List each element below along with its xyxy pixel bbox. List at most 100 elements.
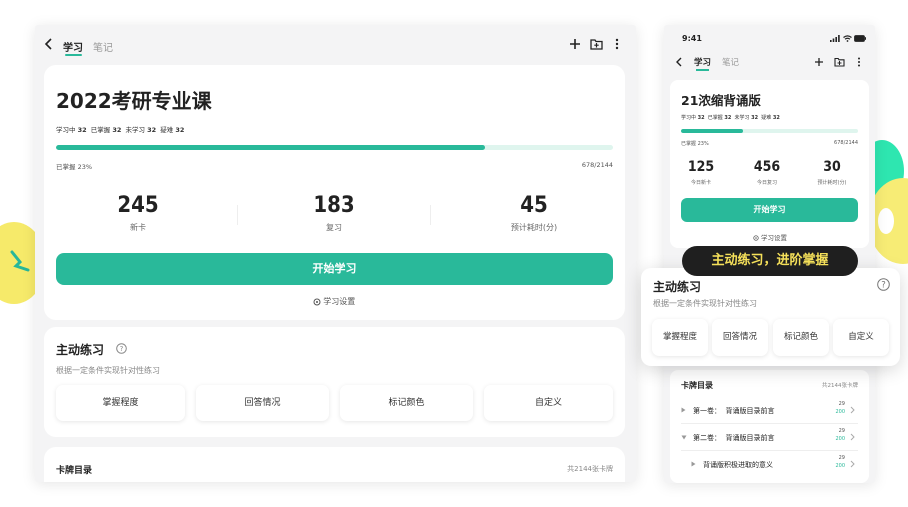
catalog-item[interactable]: 第二卷： 背诵版目录前言 29 200	[681, 425, 858, 451]
add-icon[interactable]	[569, 38, 581, 50]
metric-time-value: 30	[823, 159, 841, 175]
back-icon[interactable]	[675, 57, 683, 67]
catalog-item-label: 背诵版积极进取的意义	[703, 461, 773, 469]
tab-notes[interactable]: 笔记	[722, 56, 739, 68]
stat-label: 疑难	[160, 126, 174, 134]
more-icon[interactable]	[857, 57, 861, 67]
catalog-item[interactable]: 第一卷： 背诵版目录前言 29 200	[681, 398, 858, 424]
practice-card: 主动练习 ? 根据一定条件实现针对性练习 掌握程度 回答情况 标记颜色 自定义	[44, 327, 625, 437]
decorative-blob-hole	[878, 208, 894, 234]
metric-new-label: 今日新卡	[690, 180, 711, 186]
catalog-item-bottom-count: 200	[835, 436, 845, 442]
mastery-progress-fill	[56, 145, 485, 150]
phone-catalog-card: 卡牌目录 共2144张卡牌 第一卷： 背诵版目录前言 29 200 第二卷： 背…	[670, 370, 869, 483]
catalog-card: 卡牌目录 共2144张卡牌	[44, 447, 625, 482]
study-settings-link[interactable]: 学习设置	[730, 232, 810, 242]
option-answer-status[interactable]: 回答情况	[712, 319, 768, 356]
stat-value: 32	[175, 126, 185, 134]
chevron-right-icon	[850, 460, 855, 468]
stat-value: 32	[697, 115, 705, 121]
metric-time-label: 预计耗时(分)	[817, 180, 847, 186]
option-mark-color[interactable]: 标记颜色	[773, 319, 829, 356]
progress-count: 678/2144	[581, 161, 613, 169]
stat-value: 32	[147, 126, 157, 134]
stat-value: 32	[724, 115, 732, 121]
catalog-item-label: 第二卷： 背诵版目录前言	[693, 434, 775, 442]
settings-gear-icon	[313, 298, 321, 305]
option-custom[interactable]: 自定义	[833, 319, 889, 356]
option-answer-status[interactable]: 回答情况	[196, 385, 329, 421]
status-icons	[830, 35, 866, 42]
option-mastery-level[interactable]: 掌握程度	[56, 385, 185, 421]
metric-new-value: 125	[687, 159, 715, 175]
metric-divider	[237, 205, 238, 225]
stat-label: 已掌握	[707, 115, 723, 121]
stat-value: 32	[751, 115, 759, 121]
settings-gear-icon	[753, 235, 759, 241]
tab-study[interactable]: 学习	[63, 39, 83, 54]
deck-stats: 学习中 32 已掌握 32 未学习 32 疑难 32	[681, 114, 780, 121]
add-icon[interactable]	[814, 57, 824, 67]
stat-label: 已掌握	[90, 126, 111, 134]
metric-review-value: 183	[313, 193, 355, 218]
deck-title: 21浓缩背诵版	[681, 93, 761, 108]
metric-divider	[430, 205, 431, 225]
tab-notes[interactable]: 笔记	[93, 39, 113, 54]
promo-pill: 主动练习，进阶掌握	[682, 246, 858, 276]
stat-label: 未学习	[734, 115, 750, 121]
catalog-item[interactable]: 背诵版积极进取的意义 29 200	[681, 452, 858, 478]
catalog-count: 共2144张卡牌	[822, 383, 858, 389]
tab-study[interactable]: 学习	[694, 56, 711, 68]
start-study-button[interactable]: 开始学习	[681, 198, 858, 222]
mastery-progress-bar	[56, 145, 613, 150]
signal-icon	[830, 35, 840, 42]
wifi-icon	[843, 35, 852, 42]
help-icon[interactable]: ?	[877, 278, 890, 291]
study-settings-link[interactable]: 学习设置	[284, 296, 384, 307]
collapse-triangle-icon	[681, 435, 687, 440]
catalog-item-top-count: 29	[838, 455, 845, 461]
battery-icon	[854, 35, 866, 42]
catalog-item-top-count: 29	[838, 401, 845, 407]
metric-review-label: 今日复习	[756, 180, 777, 186]
active-tab-indicator	[65, 54, 82, 56]
option-mastery-level[interactable]: 掌握程度	[652, 319, 708, 356]
mastered-percent: 已掌握 23%	[681, 141, 709, 147]
stat-value: 32	[112, 126, 122, 134]
metric-review-label: 复习	[326, 223, 342, 232]
expand-triangle-icon	[691, 461, 696, 467]
start-study-button[interactable]: 开始学习	[56, 253, 613, 285]
more-icon[interactable]	[615, 38, 619, 50]
stat-label: 学习中	[681, 115, 697, 121]
popover-title: 主动练习	[653, 280, 702, 294]
deck-card: 2022考研专业课 学习中 32 已掌握 32 未学习 32 疑难 32 已掌握…	[44, 65, 625, 320]
metric-new-value: 245	[117, 193, 159, 218]
back-icon[interactable]	[44, 38, 54, 50]
catalog-item-bottom-count: 200	[835, 463, 845, 469]
deck-stats: 学习中 32 已掌握 32 未学习 32 疑难 32	[56, 124, 356, 134]
mastery-progress-bar	[681, 129, 858, 133]
deck-title: 2022考研专业课	[56, 89, 212, 113]
metric-time-value: 45	[520, 193, 548, 218]
chevron-right-icon	[850, 433, 855, 441]
tablet-window: 学习 笔记 2022考研专业课 学习中 32 已掌握 32 未学习 32 疑难 …	[35, 25, 636, 482]
stat-label: 学习中	[56, 126, 76, 134]
folder-add-icon[interactable]	[834, 57, 845, 67]
option-custom[interactable]: 自定义	[484, 385, 613, 421]
catalog-item-bottom-count: 200	[835, 409, 845, 415]
practice-popover: 主动练习 ? 根据一定条件实现针对性练习 掌握程度 回答情况 标记颜色 自定义	[641, 268, 900, 366]
row-divider	[681, 423, 858, 424]
metric-time-label: 预计耗时(分)	[510, 223, 558, 232]
chevron-right-icon	[850, 406, 855, 414]
option-mark-color[interactable]: 标记颜色	[340, 385, 473, 421]
metric-new-label: 新卡	[130, 223, 146, 232]
mastered-percent: 已掌握 23%	[56, 163, 93, 171]
catalog-item-label: 第一卷： 背诵版目录前言	[693, 407, 775, 415]
stat-value: 32	[77, 126, 87, 134]
folder-add-icon[interactable]	[590, 38, 603, 50]
popover-subtitle: 根据一定条件实现针对性练习	[653, 299, 757, 308]
catalog-title: 卡牌目录	[56, 466, 93, 476]
active-tab-indicator	[696, 69, 709, 71]
stat-label: 疑难	[761, 115, 772, 121]
help-icon[interactable]: ?	[116, 343, 127, 354]
